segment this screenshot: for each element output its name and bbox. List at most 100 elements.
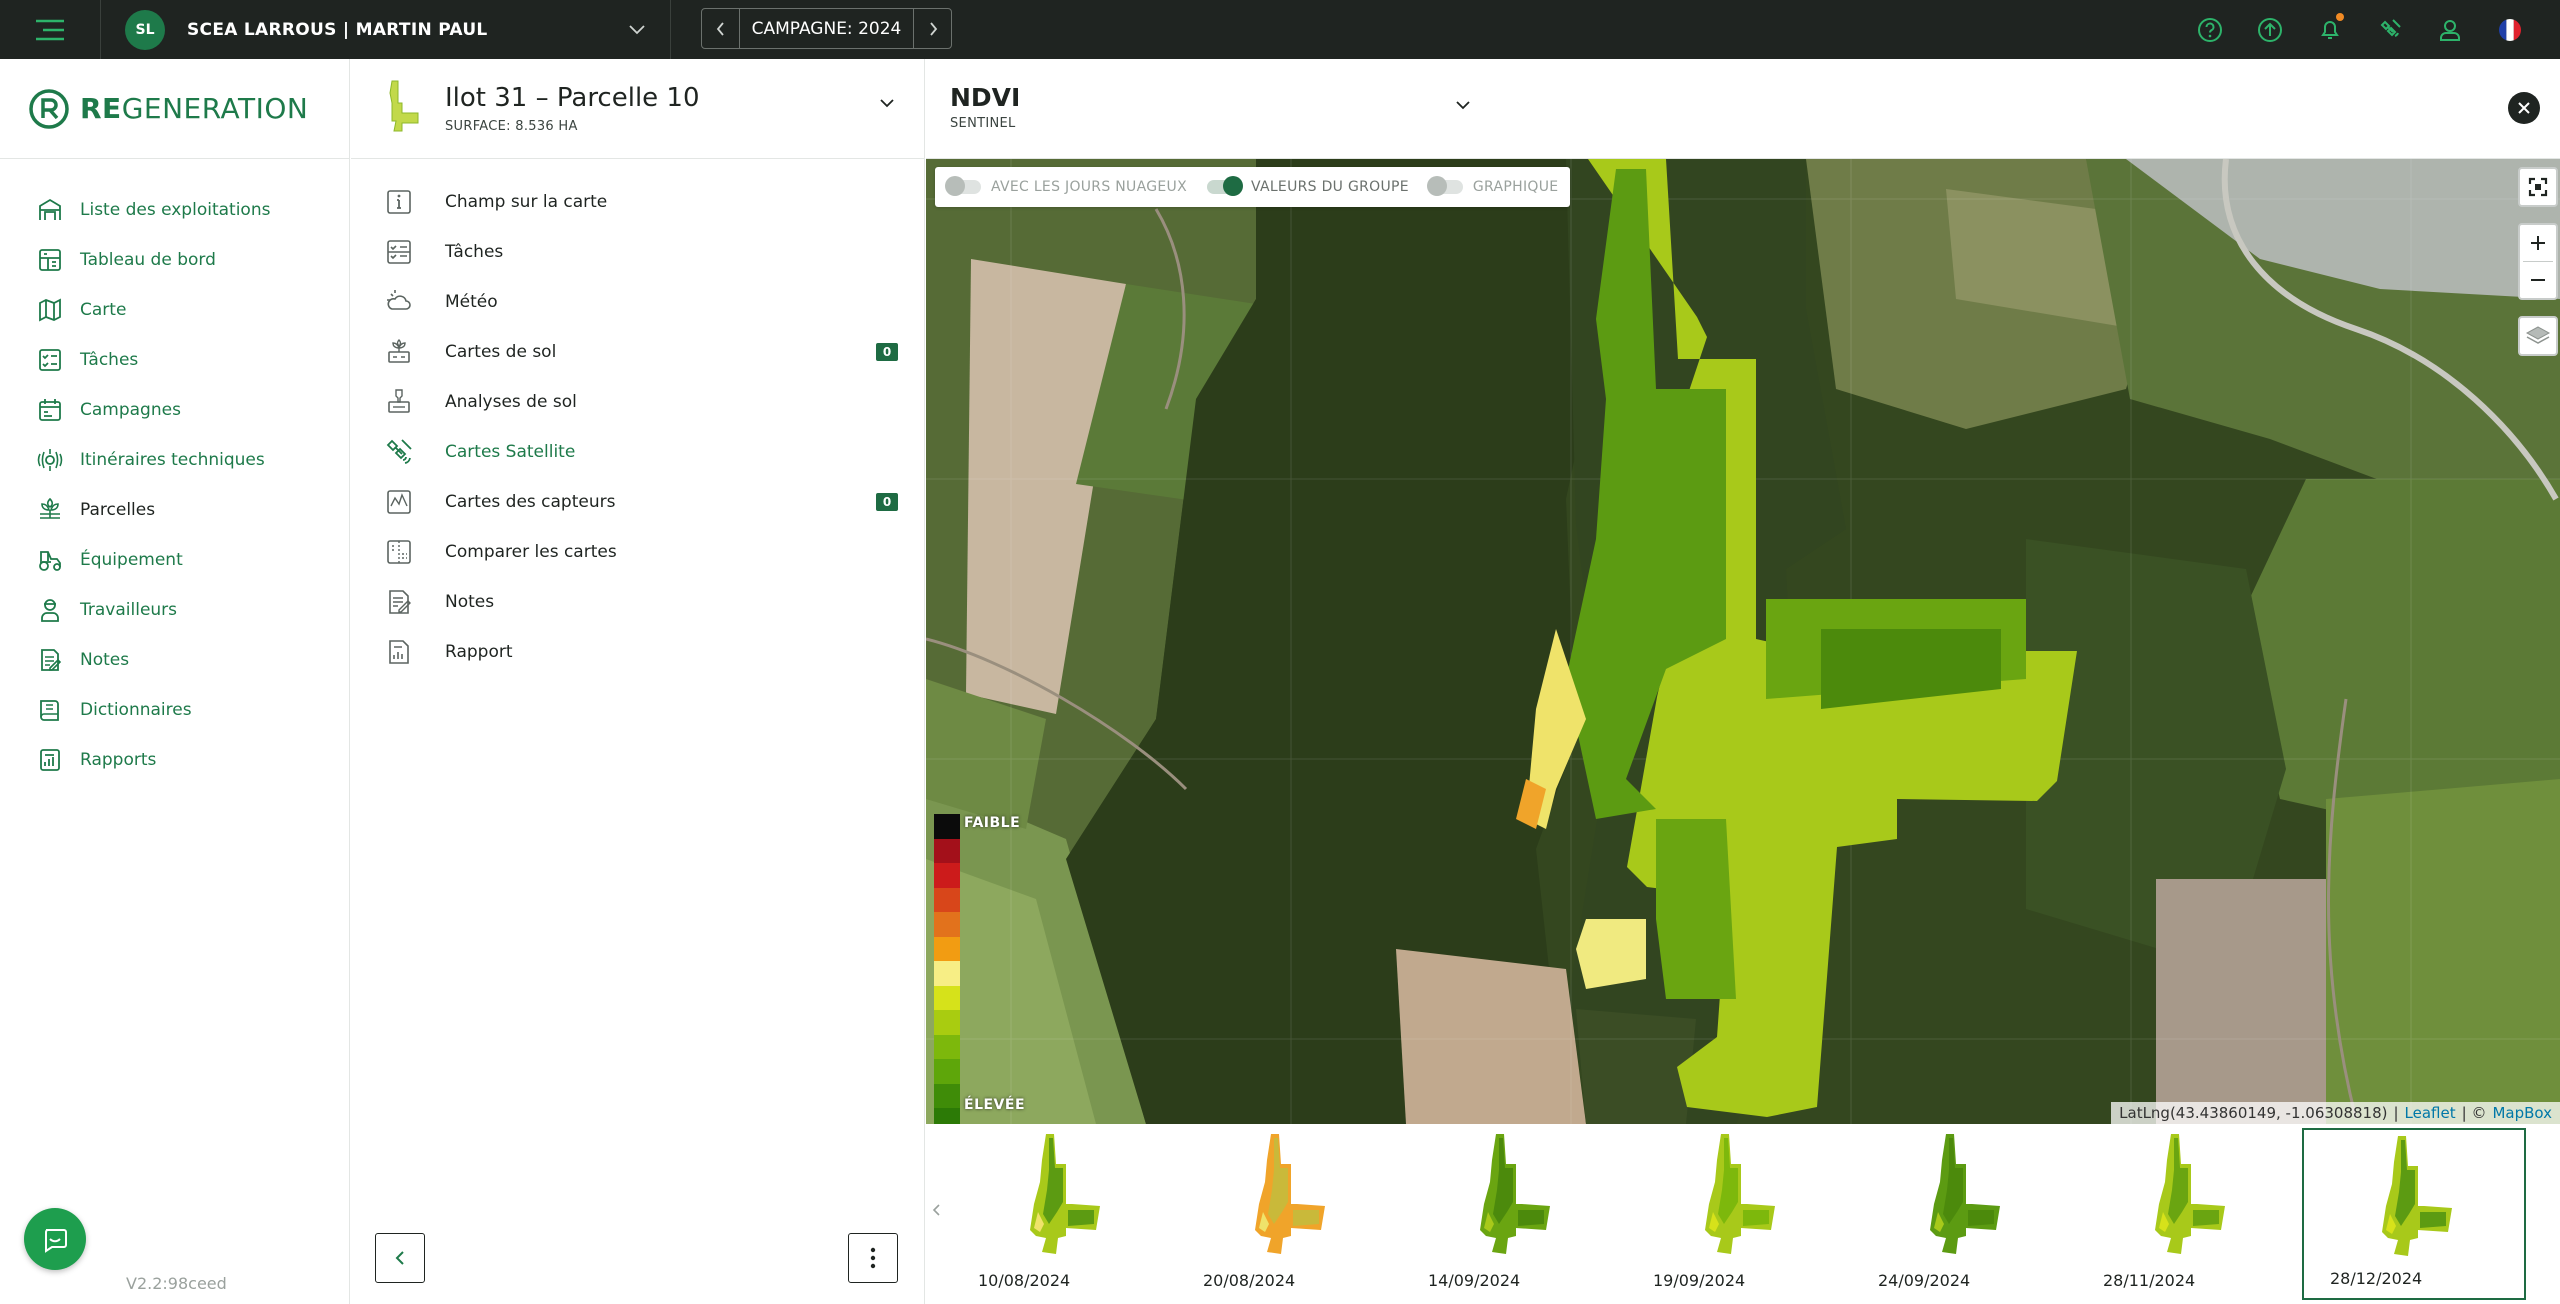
map-icon [39, 298, 61, 322]
weather-icon [387, 290, 411, 310]
close-panel-button[interactable] [2508, 92, 2540, 124]
fullscreen-button[interactable] [2520, 169, 2556, 205]
worker-icon [41, 599, 59, 622]
back-button[interactable] [375, 1233, 425, 1283]
nav-item-label: Dictionnaires [80, 700, 192, 720]
timeline-thumbnail[interactable]: 10/08/2024 [952, 1128, 1176, 1300]
nav-item-equipement[interactable]: Équipement [0, 535, 349, 585]
timeline-thumbnail[interactable]: 14/09/2024 [1402, 1128, 1626, 1300]
report-icon [389, 640, 409, 664]
top-actions [2180, 0, 2540, 59]
user-button[interactable] [2420, 0, 2480, 59]
more-options-button[interactable] [848, 1233, 898, 1283]
timeline-thumbnail[interactable]: 28/12/2024 [2302, 1128, 2526, 1300]
help-icon [2198, 17, 2222, 42]
notes-icon [41, 649, 62, 671]
layer-selector[interactable]: NDVI SENTINEL [926, 59, 2560, 159]
mapbox-link[interactable]: MapBox [2492, 1104, 2552, 1122]
legend-swatch [934, 1034, 960, 1059]
field-menu-item-taches[interactable]: Tâches [351, 227, 924, 277]
chat-icon [45, 1229, 67, 1253]
farm-name: SCEA LARROUS | MARTIN PAUL [187, 19, 488, 40]
satellite-map[interactable]: AVEC LES JOURS NUAGEUX VALEURS DU GROUPE G… [926, 159, 2560, 1124]
nav-item-itineraires-techniques[interactable]: Itinéraires techniques [0, 435, 349, 485]
nav-item-dictionnaires[interactable]: Dictionnaires [0, 685, 349, 735]
layers-button[interactable] [2520, 318, 2556, 354]
campaign-label[interactable]: CAMPAGNE: 2024 [740, 19, 913, 39]
nav-item-notes[interactable]: Notes [0, 635, 349, 685]
chevron-down-icon [1456, 101, 1470, 110]
parcels-icon [40, 497, 60, 519]
notifications-button[interactable] [2300, 0, 2360, 59]
close-icon [2518, 102, 2530, 114]
nav-item-carte[interactable]: Carte [0, 285, 349, 335]
timeline-thumbnail[interactable]: 20/08/2024 [1177, 1128, 1401, 1300]
campaign-icon [39, 399, 61, 421]
language-button[interactable] [2480, 0, 2540, 59]
nav-item-campagnes[interactable]: Campagnes [0, 385, 349, 435]
field-selector[interactable]: Ilot 31 – Parcelle 10 SURFACE: 8.536 HA [351, 59, 924, 159]
nav-item-tableau-de-bord[interactable]: Tableau de bord [0, 235, 349, 285]
field-surface: SURFACE: 8.536 HA [445, 119, 578, 134]
kebab-menu-icon [870, 1247, 876, 1269]
field-menu-item-cartes-satellite[interactable]: Cartes Satellite [351, 427, 924, 477]
nav-item-label: Carte [80, 300, 127, 320]
map-toggle-0[interactable]: AVEC LES JOURS NUAGEUX [945, 176, 1187, 196]
field-menu-item-comparer-les-cartes[interactable]: Comparer les cartes [351, 527, 924, 577]
ndvi-thumbnail-image [1255, 1134, 1325, 1254]
campaign-switcher: CAMPAGNE: 2024 [701, 8, 952, 49]
toggle-switch[interactable] [945, 176, 981, 196]
toggle-label: AVEC LES JOURS NUAGEUX [991, 179, 1187, 195]
campaign-next-button[interactable] [913, 9, 951, 48]
timeline-thumbnail[interactable]: 19/09/2024 [1627, 1128, 1851, 1300]
sensor-map-icon [387, 490, 411, 514]
nav-item-parcelles[interactable]: Parcelles [0, 485, 349, 535]
map-toggle-2[interactable]: GRAPHIQUE [1426, 176, 1559, 196]
ndvi-thumbnail-image [1705, 1134, 1775, 1254]
brand-logo[interactable]: REGENERATION [0, 59, 349, 159]
zoom-out-button[interactable] [2520, 262, 2556, 298]
reports-icon [40, 749, 60, 771]
field-menu-item-cartes-des-capteurs[interactable]: Cartes des capteurs 0 [351, 477, 924, 527]
field-menu-item-meteo[interactable]: Météo [351, 277, 924, 327]
leaflet-link[interactable]: Leaflet [2405, 1104, 2456, 1122]
toggle-switch[interactable] [1426, 176, 1463, 196]
campaign-prev-button[interactable] [702, 9, 740, 48]
upload-button[interactable] [2240, 0, 2300, 59]
field-menu-item-rapport[interactable]: Rapport [351, 627, 924, 677]
fullscreen-icon [2528, 177, 2548, 197]
field-menu-label: Notes [445, 592, 495, 612]
ndvi-thumbnail-image [1930, 1134, 2000, 1254]
zoom-in-button[interactable] [2520, 225, 2556, 261]
toggle-switch[interactable] [1206, 176, 1243, 196]
nav-item-taches[interactable]: Tâches [0, 335, 349, 385]
timeline-prev-icon[interactable] [932, 1202, 942, 1218]
thumbnail-date: 24/09/2024 [1878, 1271, 1971, 1290]
field-menu-item-champ-sur-la-carte[interactable]: Champ sur la carte [351, 177, 924, 227]
tractor-icon [39, 551, 61, 571]
timeline-thumbnail[interactable]: 24/09/2024 [1852, 1128, 2076, 1300]
notification-dot [2336, 13, 2344, 21]
thumbnail-date: 10/08/2024 [978, 1271, 1071, 1290]
soil-map-icon [388, 339, 410, 363]
farm-selector[interactable]: SL SCEA LARROUS | MARTIN PAUL [101, 0, 671, 59]
tasks-icon [39, 349, 61, 371]
nav-item-label: Équipement [80, 550, 183, 570]
timeline-thumbnail[interactable]: 28/11/2024 [2077, 1128, 2301, 1300]
field-menu-item-cartes-de-sol[interactable]: Cartes de sol 0 [351, 327, 924, 377]
help-button[interactable] [2180, 0, 2240, 59]
field-menu-item-notes[interactable]: Notes [351, 577, 924, 627]
field-menu-label: Cartes des capteurs [445, 492, 616, 512]
satellite-button[interactable] [2360, 0, 2420, 59]
nav-list: Liste des exploitations Tableau de bord Ca… [0, 159, 349, 785]
nav-item-travailleurs[interactable]: Travailleurs [0, 585, 349, 635]
field-menu-item-analyses-de-sol[interactable]: Analyses de sol [351, 377, 924, 427]
nav-item-liste-des-exploitations[interactable]: Liste des exploitations [0, 185, 349, 235]
field-menu-label: Cartes de sol [445, 342, 557, 362]
legend-high-label: ÉLEVÉE [964, 1097, 1026, 1113]
map-toggle-1[interactable]: VALEURS DU GROUPE [1206, 176, 1409, 196]
nav-item-rapports[interactable]: Rapports [0, 735, 349, 785]
chat-support-button[interactable] [24, 1208, 86, 1270]
menu-toggle-button[interactable] [0, 0, 101, 59]
nav-item-label: Tableau de bord [80, 250, 216, 270]
